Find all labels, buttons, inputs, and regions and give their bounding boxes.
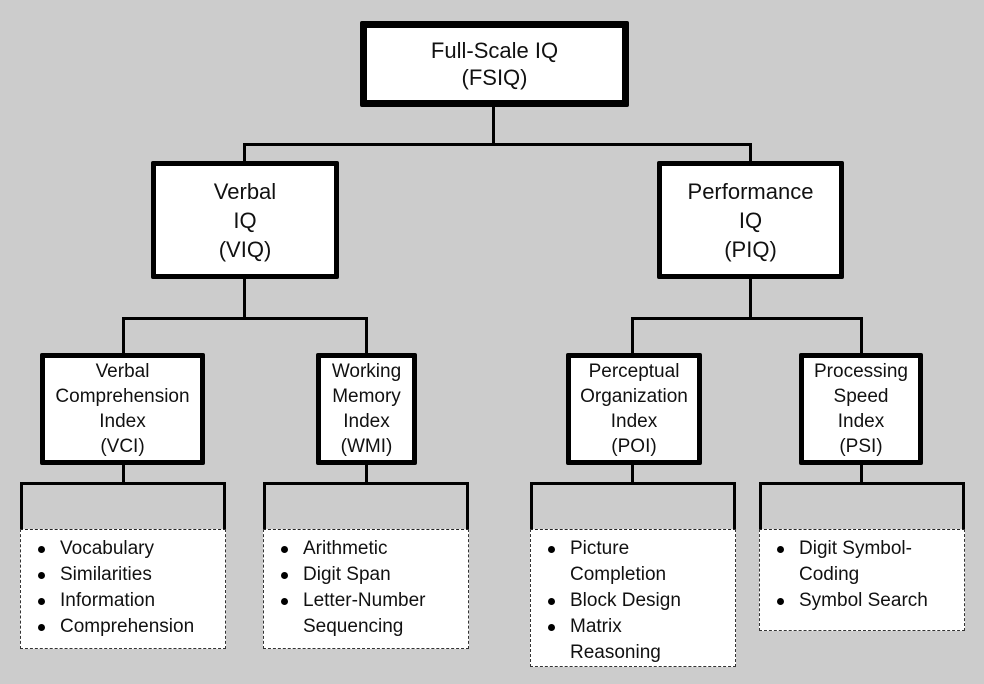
vci-label-line1: Verbal: [95, 361, 150, 382]
wmi-subtest-list: Arithmetic Digit Span Letter-Number Sequ…: [263, 529, 469, 649]
psi-label-line3: Index: [837, 411, 885, 432]
vci-node: Verbal Comprehension Index (VCI): [40, 353, 205, 465]
vci-subtest-list: Vocabulary Similarities Information Comp…: [20, 529, 226, 649]
connector-to-vci: [122, 317, 125, 355]
connector-fsiq-down: [492, 106, 495, 145]
connector-poi-bracket: [530, 482, 736, 485]
fsiq-label-line2: (FSIQ): [461, 65, 528, 90]
piq-label-line3: (PIQ): [724, 236, 777, 262]
vci-label-line4: (VCI): [100, 436, 145, 457]
connector-psi-bracket-left: [759, 482, 762, 529]
piq-label-line2: IQ: [738, 207, 763, 233]
subtest-item: Information: [21, 588, 225, 614]
psi-node: Processing Speed Index (PSI): [799, 353, 923, 465]
connector-wmi-bracket-right: [466, 482, 469, 529]
connector-viq-down: [243, 277, 246, 319]
viq-label-line3: (VIQ): [218, 236, 272, 262]
vci-label-line2: Comprehension: [55, 386, 190, 407]
poi-subtest-list: Picture Completion Block Design Matrix R…: [530, 529, 736, 667]
connector-piq-down: [749, 277, 752, 319]
subtest-item: Letter-Number Sequencing: [264, 588, 447, 640]
connector-vci-bracket-left: [20, 482, 23, 529]
subtest-item: Similarities: [21, 562, 225, 588]
viq-node: Verbal IQ (VIQ): [151, 161, 339, 279]
psi-subtest-list: Digit Symbol-Coding Symbol Search: [759, 529, 965, 631]
psi-label-line1: Processing: [814, 361, 908, 382]
wmi-node: Working Memory Index (WMI): [316, 353, 417, 465]
connector-to-psi: [860, 317, 863, 355]
piq-node: Performance IQ (PIQ): [657, 161, 844, 279]
subtest-item: Arithmetic: [264, 536, 468, 562]
subtest-item: Symbol Search: [760, 588, 964, 614]
connector-fsiq-branch: [243, 143, 752, 146]
subtest-item: Picture Completion: [531, 536, 684, 588]
connector-psi-bracket-right: [962, 482, 965, 529]
connector-wmi-bracket-left: [263, 482, 266, 529]
connector-poi-bracket-left: [530, 482, 533, 529]
poi-label-line2: Organization: [580, 386, 688, 407]
viq-label-line1: Verbal: [213, 178, 277, 204]
subtest-item: Comprehension: [21, 614, 225, 640]
fsiq-label-line1: Full-Scale IQ: [430, 38, 559, 63]
psi-label-line2: Speed: [833, 386, 889, 407]
wmi-label-line1: Working: [331, 361, 402, 382]
subtest-item: Digit Symbol-Coding: [760, 536, 933, 588]
connector-to-viq: [243, 143, 246, 163]
connector-psi-bracket: [759, 482, 965, 485]
subtest-item: Digit Span: [264, 562, 468, 588]
wmi-label-line2: Memory: [332, 386, 401, 407]
subtest-item: Vocabulary: [21, 536, 225, 562]
connector-vci-bracket: [20, 482, 226, 485]
vci-label-line3: Index: [99, 411, 146, 432]
poi-node: Perceptual Organization Index (POI): [566, 353, 702, 465]
poi-label-line1: Perceptual: [588, 361, 680, 382]
connector-viq-branch: [122, 317, 368, 320]
connector-piq-branch: [631, 317, 863, 320]
piq-label-line1: Performance: [687, 178, 814, 204]
connector-vci-bracket-right: [223, 482, 226, 529]
connector-wmi-bracket: [263, 482, 469, 485]
subtest-item: Block Design: [531, 588, 735, 614]
psi-label-line4: (PSI): [839, 436, 883, 457]
poi-label-line3: Index: [610, 411, 658, 432]
wmi-label-line3: Index: [343, 411, 390, 432]
connector-to-wmi: [365, 317, 368, 355]
connector-poi-bracket-right: [733, 482, 736, 529]
subtest-item: Matrix Reasoning: [531, 614, 684, 666]
poi-label-line4: (POI): [611, 436, 657, 457]
connector-to-poi: [631, 317, 634, 355]
connector-to-piq: [749, 143, 752, 163]
viq-label-line2: IQ: [233, 207, 257, 233]
fsiq-node: Full-Scale IQ (FSIQ): [360, 21, 629, 107]
wmi-label-line4: (WMI): [340, 436, 393, 457]
